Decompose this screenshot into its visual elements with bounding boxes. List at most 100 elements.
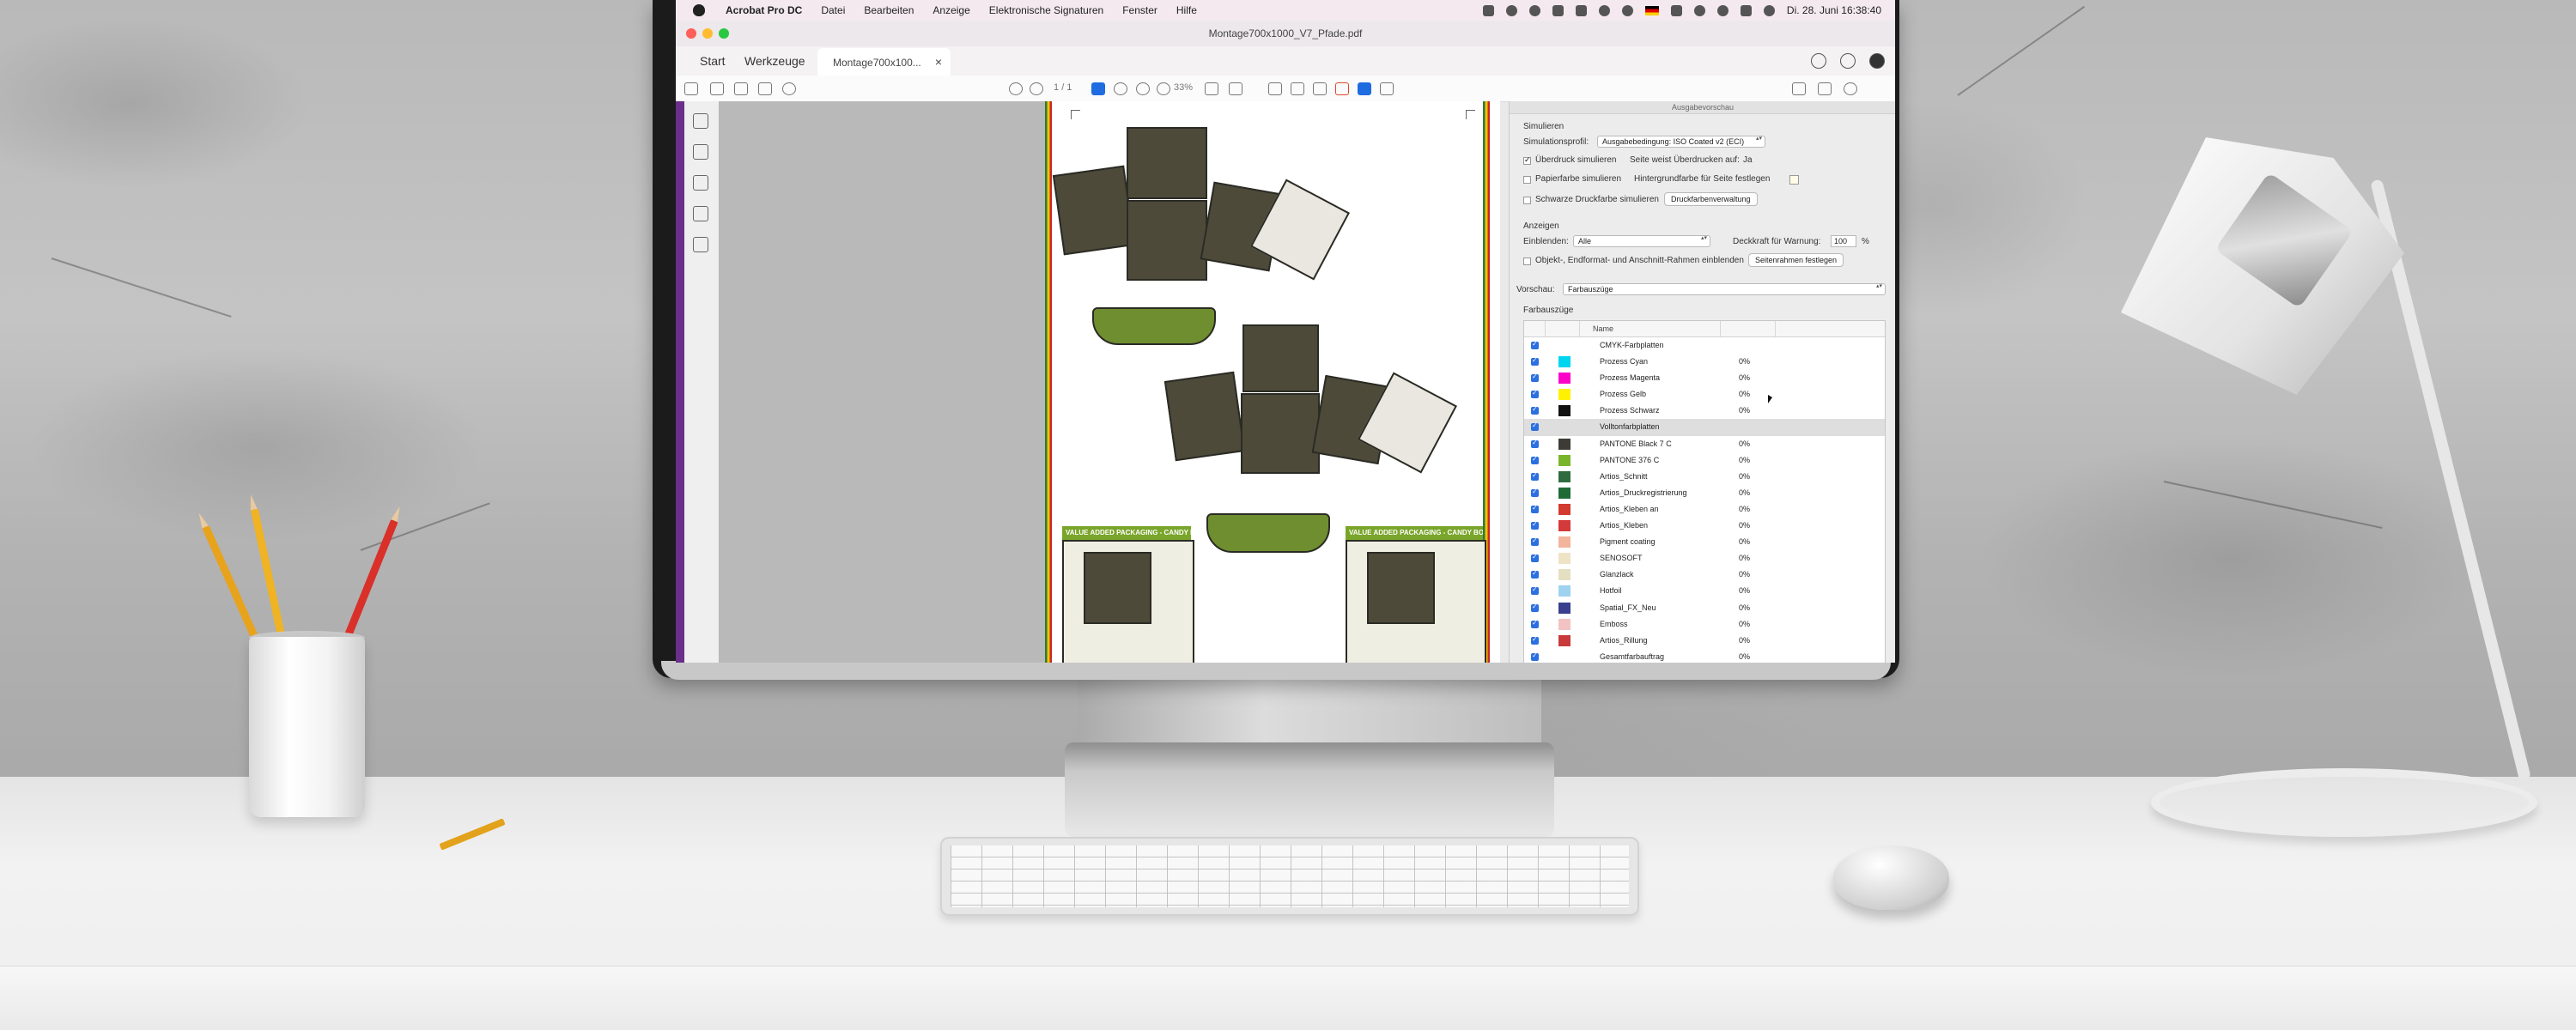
zoom-out-icon[interactable] (1136, 82, 1150, 95)
bell-icon[interactable] (1840, 53, 1856, 69)
print-icon[interactable] (758, 82, 772, 95)
sign-icon[interactable] (1792, 82, 1806, 95)
ink-manager-button[interactable]: Druckfarbenverwaltung (1664, 192, 1758, 206)
cloud-upload-icon[interactable] (734, 82, 748, 95)
mail-icon[interactable] (1818, 82, 1832, 95)
page-down-icon[interactable] (1030, 82, 1043, 95)
avatar[interactable] (1869, 53, 1885, 69)
separation-row[interactable]: CMYK-Farbplatten (1524, 337, 1885, 354)
document-page[interactable]: VALUE ADDED PACKAGING - CANDY BOX 1.2 VA… (1045, 101, 1500, 663)
zoom-out-search-icon[interactable] (782, 82, 796, 95)
separation-row[interactable]: PANTONE Black 7 C 0% (1524, 436, 1885, 452)
separation-row[interactable]: Prozess Magenta 0% (1524, 370, 1885, 386)
separation-checkbox[interactable] (1531, 421, 1539, 432)
page-indicator[interactable]: 1 / 1 (1054, 82, 1072, 93)
separation-checkbox[interactable] (1531, 488, 1539, 497)
separation-row[interactable]: Volltonfarbplatten (1524, 419, 1885, 436)
separation-row[interactable]: Emboss 0% (1524, 616, 1885, 633)
pages-icon[interactable] (693, 113, 708, 129)
apple-icon[interactable] (693, 4, 705, 16)
page-frames-button[interactable]: Seitenrahmen festlegen (1748, 253, 1844, 267)
save-icon[interactable] (684, 82, 698, 95)
select-pointer-icon[interactable] (1091, 82, 1105, 95)
separation-row[interactable]: Artios_Kleben 0% (1524, 518, 1885, 534)
pen-icon[interactable] (1335, 82, 1349, 95)
separation-checkbox[interactable] (1531, 455, 1539, 464)
separation-checkbox[interactable] (1531, 373, 1539, 383)
attachment-icon[interactable] (693, 175, 708, 191)
creative-cloud-icon[interactable] (1505, 4, 1517, 16)
form-icon[interactable] (1291, 82, 1304, 95)
close-tab-icon[interactable]: × (935, 55, 942, 69)
profile-select[interactable]: Ausgabebedingung: ISO Coated v2 (ECI) (1597, 136, 1765, 148)
separation-row[interactable]: Gesamtfarbauftrag 0% (1524, 649, 1885, 663)
separation-row[interactable]: Artios_Druckregistrierung 0% (1524, 485, 1885, 501)
status-tray-icon[interactable] (1575, 4, 1587, 16)
separation-checkbox[interactable] (1531, 356, 1539, 367)
print-production-icon[interactable] (1358, 82, 1371, 95)
separation-row[interactable]: Glanzlack 0% (1524, 566, 1885, 583)
separation-checkbox[interactable] (1531, 569, 1539, 579)
scroll-mode-icon[interactable] (1229, 82, 1242, 95)
clock-icon[interactable] (1598, 4, 1610, 16)
menu-hilfe[interactable]: Hilfe (1176, 4, 1197, 16)
separation-checkbox[interactable] (1531, 471, 1539, 481)
separation-checkbox[interactable] (1531, 389, 1539, 399)
german-flag-icon[interactable] (1644, 5, 1659, 15)
separation-checkbox[interactable] (1531, 520, 1539, 530)
separation-row[interactable]: Artios_Schnitt 0% (1524, 469, 1885, 485)
page-up-icon[interactable] (1009, 82, 1023, 95)
separation-row[interactable]: Pigment coating 0% (1524, 534, 1885, 550)
separation-row[interactable]: SENOSOFT 0% (1524, 550, 1885, 566)
separation-checkbox[interactable] (1531, 504, 1539, 513)
menu-anzeige[interactable]: Anzeige (933, 4, 969, 16)
bookmark-icon[interactable] (693, 144, 708, 160)
show-select[interactable]: Alle (1573, 235, 1710, 247)
menu-datei[interactable]: Datei (821, 4, 845, 16)
hand-icon[interactable] (1114, 82, 1127, 95)
black-ink-checkbox[interactable] (1523, 197, 1531, 204)
fit-page-icon[interactable] (1205, 82, 1218, 95)
help-icon[interactable] (1811, 53, 1826, 69)
menubar-clock[interactable]: Di. 28. Juni 16:38:40 (1787, 4, 1881, 16)
separation-row[interactable]: PANTONE 376 C 0% (1524, 452, 1885, 469)
background-color-swatch[interactable] (1789, 175, 1799, 185)
separation-row[interactable]: Artios_Rillung 0% (1524, 633, 1885, 649)
control-center-icon[interactable] (1740, 4, 1752, 16)
battery-icon[interactable] (1670, 4, 1682, 16)
zoom-in-icon[interactable] (1157, 82, 1170, 95)
menu-elektronische-signaturen[interactable]: Elektronische Signaturen (989, 4, 1103, 16)
document-icon[interactable] (1380, 82, 1394, 95)
search-icon[interactable] (1716, 4, 1728, 16)
column-name-header[interactable]: Name (1593, 324, 1613, 333)
layers-icon[interactable] (693, 206, 708, 221)
tools-tab[interactable]: Werkzeuge (744, 54, 805, 68)
ruler-icon[interactable] (1268, 82, 1282, 95)
separation-checkbox[interactable] (1531, 536, 1539, 547)
separation-checkbox[interactable] (1531, 619, 1539, 628)
separation-row[interactable]: Spatial_FX_Neu 0% (1524, 600, 1885, 616)
share-icon[interactable] (1844, 82, 1857, 95)
frames-checkbox[interactable] (1523, 258, 1531, 265)
separation-checkbox[interactable] (1531, 635, 1539, 645)
timer-icon[interactable] (1621, 4, 1633, 16)
menu-fenster[interactable]: Fenster (1122, 4, 1157, 16)
separation-row[interactable]: Prozess Cyan 0% (1524, 354, 1885, 370)
comment-icon[interactable] (1313, 82, 1327, 95)
separation-checkbox[interactable] (1531, 603, 1539, 612)
separation-row[interactable]: Prozess Gelb 0% (1524, 386, 1885, 403)
separation-row[interactable]: Hotfoil 0% (1524, 583, 1885, 599)
separation-checkbox[interactable] (1531, 439, 1539, 448)
app-menu[interactable]: Acrobat Pro DC (726, 4, 802, 16)
start-tab[interactable]: Start (700, 54, 726, 68)
document-tab[interactable]: Montage700x100... × (817, 48, 951, 76)
separation-checkbox[interactable] (1531, 340, 1539, 349)
paper-color-checkbox[interactable] (1523, 176, 1531, 184)
star-icon[interactable] (710, 82, 724, 95)
separation-checkbox[interactable] (1531, 405, 1539, 415)
status-app-icon[interactable] (1482, 4, 1494, 16)
separation-checkbox[interactable] (1531, 651, 1539, 661)
status-tool-icon[interactable] (1552, 4, 1564, 16)
overprint-checkbox[interactable] (1523, 155, 1531, 165)
separation-checkbox[interactable] (1531, 553, 1539, 563)
